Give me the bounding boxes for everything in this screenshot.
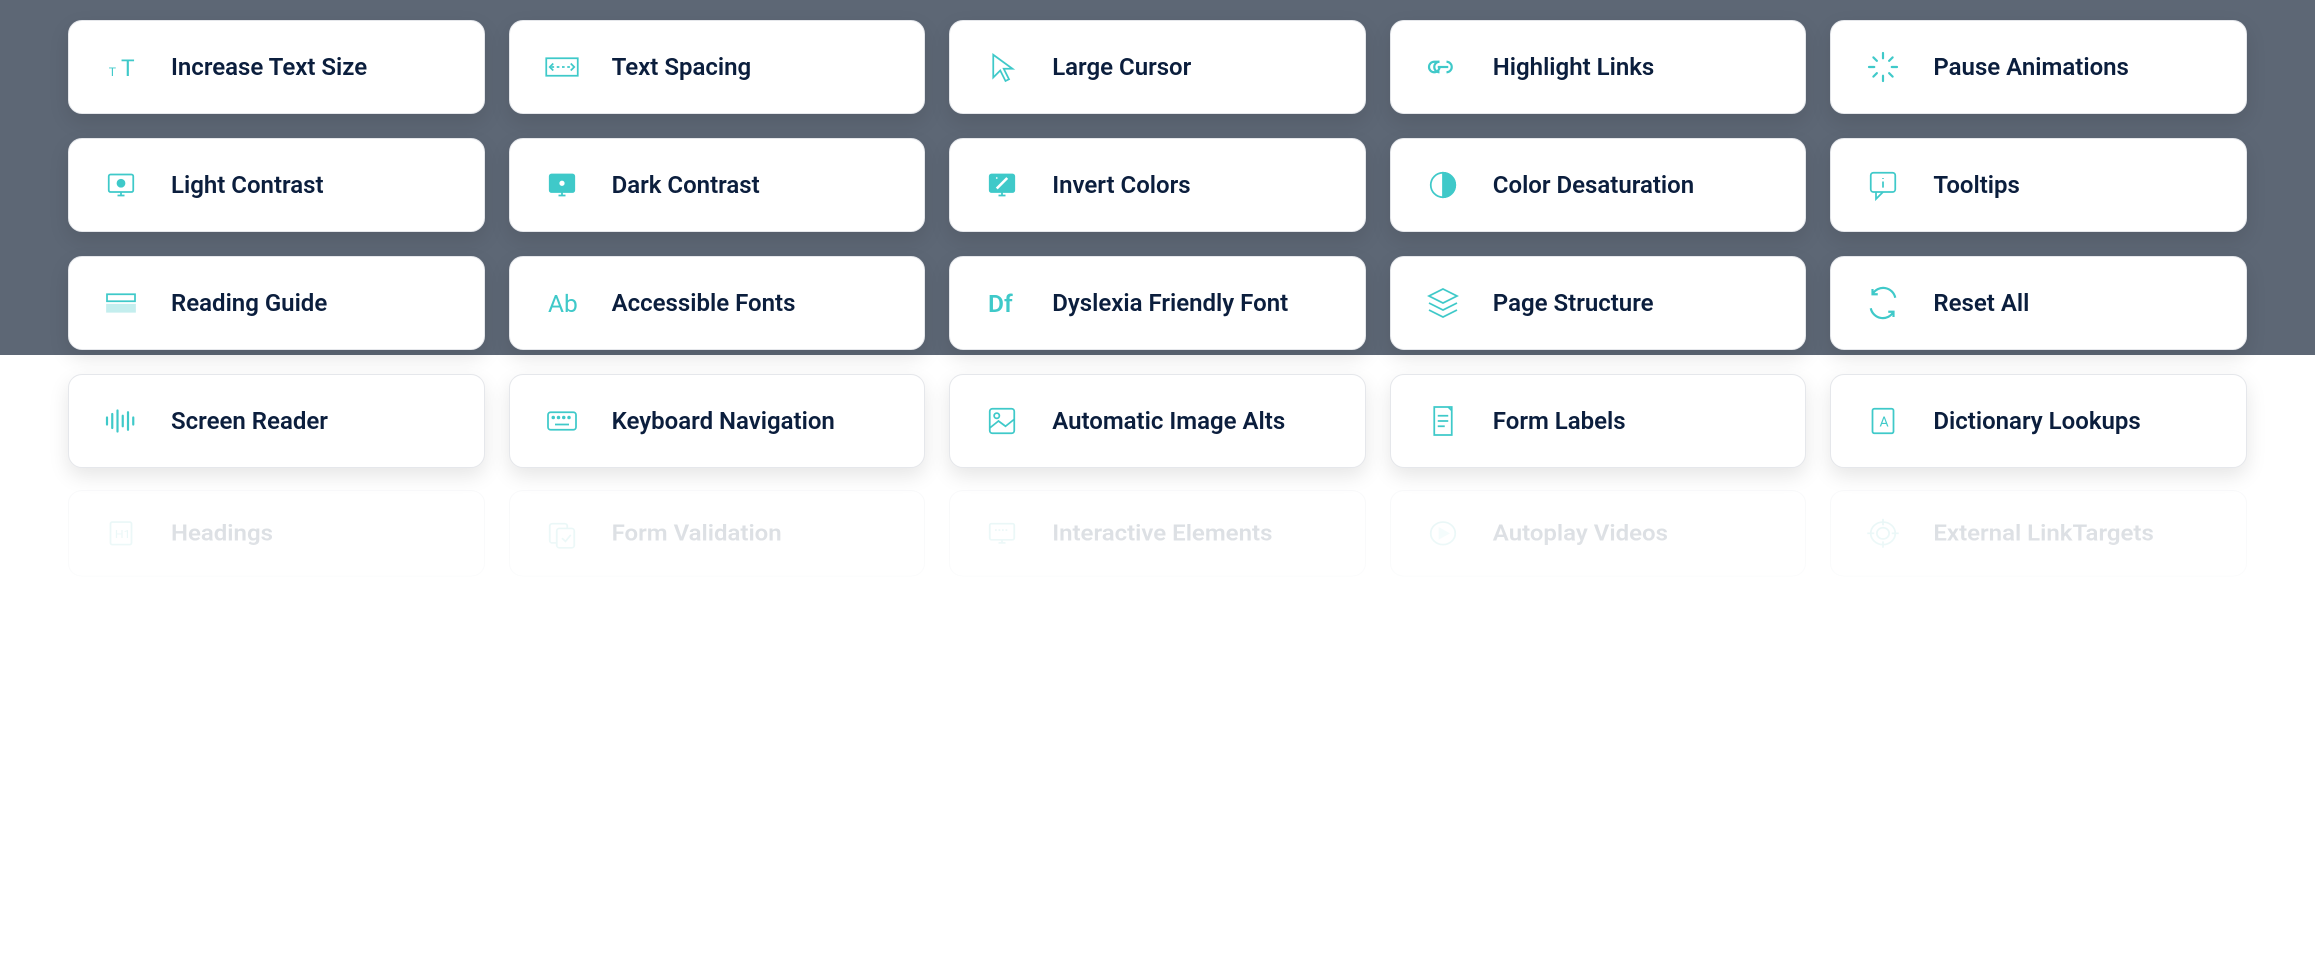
layers-icon [1415,275,1471,331]
dictionary-icon: A [1855,393,1911,449]
svg-text:Df: Df [988,289,1013,318]
svg-text:T: T [121,55,135,82]
card-page-structure[interactable]: Page Structure [1390,256,1807,350]
card-label: Reset All [1933,289,2029,318]
card-label: Reading Guide [171,289,327,318]
card-autoplay-videos-reflection: Autoplay Videos [1390,490,1807,576]
accessibility-options-grid: T T Increase Text Size Text Spacing Larg… [0,0,2315,468]
card-label: Autoplay Videos [1493,520,1668,546]
card-label: Tooltips [1933,171,2019,200]
card-pause-animations[interactable]: Pause Animations [1830,20,2247,114]
card-label: Dictionary Lookups [1933,407,2140,436]
card-dictionary-lookups[interactable]: A Dictionary Lookups [1830,374,2247,468]
validation-icon [534,508,590,560]
card-interactive-elements-reflection: Interactive Elements [949,490,1366,576]
dyslexia-font-icon: Df [974,275,1030,331]
card-large-cursor[interactable]: Large Cursor [949,20,1366,114]
svg-text:T: T [109,65,117,79]
card-label: Dyslexia Friendly Font [1052,289,1288,318]
card-label: Dark Contrast [612,171,760,200]
card-headings-reflection: H1 Headings [68,490,485,576]
card-reset-all[interactable]: Reset All [1830,256,2247,350]
form-icon [1415,393,1471,449]
card-reading-guide[interactable]: Reading Guide [68,256,485,350]
card-tooltips[interactable]: Tooltips [1830,138,2247,232]
autoplay-icon [1415,508,1471,560]
card-increase-text-size[interactable]: T T Increase Text Size [68,20,485,114]
card-label: Form Labels [1493,407,1626,436]
card-external-link-targets-reflection: External LinkTargets [1830,490,2247,576]
tooltip-icon [1855,157,1911,213]
card-label: Highlight Links [1493,53,1654,82]
card-label: Accessible Fonts [612,289,796,318]
card-color-desaturation[interactable]: Color Desaturation [1390,138,1807,232]
card-light-contrast[interactable]: Light Contrast [68,138,485,232]
card-label: Text Spacing [612,53,752,82]
card-accessible-fonts[interactable]: Ab Accessible Fonts [509,256,926,350]
card-form-labels[interactable]: Form Labels [1390,374,1807,468]
card-invert-colors[interactable]: Invert Colors [949,138,1366,232]
card-label: Interactive Elements [1052,520,1272,546]
svg-text:A: A [1880,414,1889,430]
light-contrast-icon [93,157,149,213]
interactive-icon [974,508,1030,560]
text-size-icon: T T [93,39,149,95]
dark-contrast-icon [534,157,590,213]
accessible-font-icon: Ab [534,275,590,331]
svg-text:Ab: Ab [548,289,578,318]
audio-wave-icon [93,393,149,449]
card-label: Page Structure [1493,289,1654,318]
card-label: External LinkTargets [1933,520,2153,546]
card-dark-contrast[interactable]: Dark Contrast [509,138,926,232]
card-label: Keyboard Navigation [612,407,835,436]
card-dyslexia-font[interactable]: Df Dyslexia Friendly Font [949,256,1366,350]
text-spacing-icon [534,39,590,95]
card-label: Light Contrast [171,171,324,200]
card-highlight-links[interactable]: Highlight Links [1390,20,1807,114]
card-label: Headings [171,520,273,546]
card-form-validation-reflection: Form Validation [509,490,926,576]
card-automatic-image-alts[interactable]: Automatic Image Alts [949,374,1366,468]
card-label: Form Validation [612,520,782,546]
link-icon [1415,39,1471,95]
target-icon [1855,508,1911,560]
reset-icon [1855,275,1911,331]
pause-animation-icon [1855,39,1911,95]
heading-icon: H1 [93,508,149,560]
reflection-row: H1 Headings Form Validation Interactive … [0,468,2315,577]
desaturation-icon [1415,157,1471,213]
card-label: Pause Animations [1933,53,2129,82]
invert-colors-icon [974,157,1030,213]
card-text-spacing[interactable]: Text Spacing [509,20,926,114]
reading-guide-icon [93,275,149,331]
card-label: Invert Colors [1052,171,1190,200]
card-label: Automatic Image Alts [1052,407,1285,436]
card-label: Color Desaturation [1493,171,1694,200]
card-screen-reader[interactable]: Screen Reader [68,374,485,468]
card-label: Large Cursor [1052,53,1191,82]
svg-text:H1: H1 [115,528,131,541]
cursor-icon [974,39,1030,95]
card-keyboard-navigation[interactable]: Keyboard Navigation [509,374,926,468]
keyboard-icon [534,393,590,449]
image-icon [974,393,1030,449]
card-label: Screen Reader [171,407,328,436]
card-label: Increase Text Size [171,53,367,82]
